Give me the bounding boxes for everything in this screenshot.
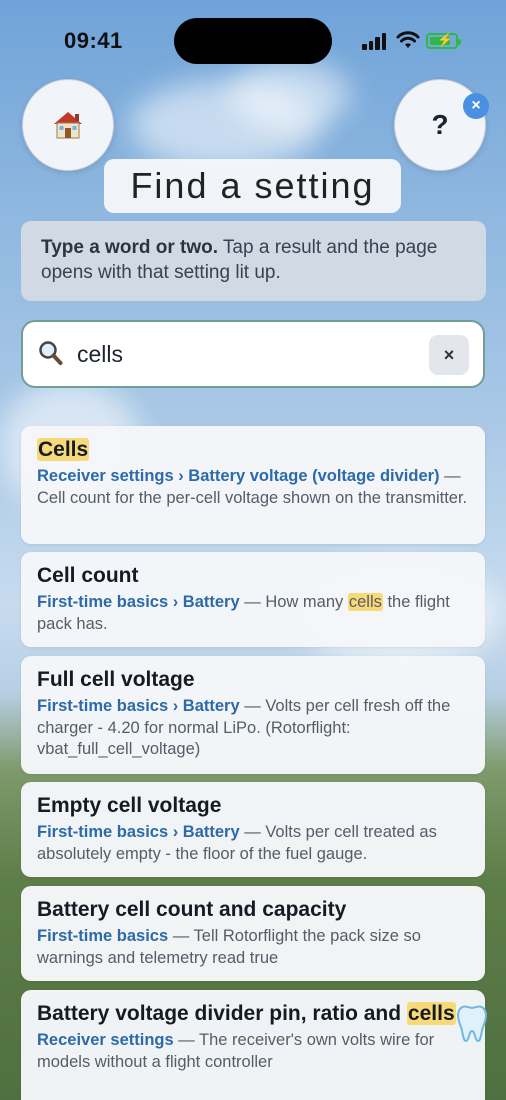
result-title: Cells [37,436,469,464]
tooth-icon[interactable] [454,1003,490,1043]
clear-search-button[interactable]: × [429,335,469,375]
search-input[interactable] [77,336,417,372]
signal-icon [362,32,388,50]
hint-box: Type a word or two. Tap a result and the… [21,221,486,301]
result-item[interactable]: Empty cell voltage First-time basics › B… [21,782,485,877]
battery-icon: ⚡ [426,32,461,49]
result-title-highlight: Cells [37,438,90,461]
result-path: First-time basics › Battery [37,593,240,611]
result-desc-highlight: cells [347,593,383,611]
result-desc: First-time basics › Battery — Volts per … [37,822,469,865]
home-button[interactable] [22,79,114,171]
status-bar: 09:41 ⚡ [0,0,506,84]
house-icon [54,112,82,139]
result-path: Receiver settings [37,1031,174,1049]
status-time: 09:41 [64,28,123,53]
result-desc-text: — How many [239,593,348,611]
close-icon: × [471,97,481,114]
result-path: Receiver settings › Battery voltage (vol… [37,467,440,485]
result-item[interactable]: Cells Receiver settings › Battery voltag… [21,426,485,544]
result-desc: Receiver settings › Battery voltage (vol… [37,466,469,509]
result-title-highlight: cells [406,1002,456,1025]
result-title: Full cell voltage [37,668,195,691]
result-desc: Receiver settings — The receiver's own v… [37,1030,469,1073]
wifi-icon [396,31,420,48]
result-item[interactable]: Battery cell count and capacity First-ti… [21,886,485,981]
result-desc: First-time basics — Tell Rotorflight the… [37,926,469,969]
result-item[interactable]: Full cell voltage First-time basics › Ba… [21,656,485,774]
search-field[interactable]: × [21,320,485,388]
dynamic-island [174,18,332,64]
search-icon [39,341,63,365]
result-desc: First-time basics › Battery — How many c… [37,592,469,635]
hint-bold: Type a word or two. [41,237,218,258]
result-title: Cell count [37,564,139,587]
result-title-text: Battery voltage divider pin, ratio and [37,1002,407,1025]
clear-icon: × [443,344,455,365]
result-path: First-time basics › Battery [37,697,240,715]
result-desc: First-time basics › Battery — Volts per … [37,696,469,761]
close-button[interactable]: × [463,93,489,119]
page-title: Find a setting [104,159,401,213]
result-path: First-time basics [37,927,169,945]
result-title: Empty cell voltage [37,794,222,817]
result-title: Battery cell count and capacity [37,898,347,921]
result-item[interactable]: Battery voltage divider pin, ratio and c… [21,990,485,1100]
result-title: Battery voltage divider pin, ratio and c… [37,1000,469,1028]
help-label: ? [431,109,449,140]
result-item[interactable]: Cell count First-time basics › Battery —… [21,552,485,647]
result-path: First-time basics › Battery [37,823,240,841]
